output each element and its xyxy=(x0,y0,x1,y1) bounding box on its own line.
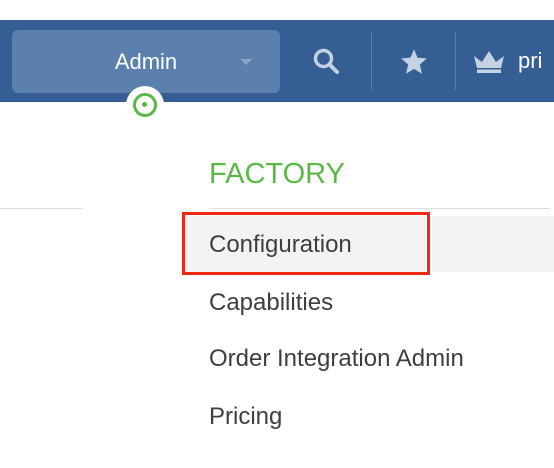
menu-heading-divider xyxy=(209,208,550,209)
navbar-divider xyxy=(455,32,456,90)
indicator-dot xyxy=(142,102,147,107)
left-divider xyxy=(0,208,82,209)
menu-heading-factory: FACTORY xyxy=(209,158,345,190)
indicator-ring xyxy=(133,93,157,117)
star-icon xyxy=(401,48,427,74)
top-navbar: Admin pri xyxy=(0,20,554,102)
search-icon xyxy=(313,48,339,74)
menu-item-capabilities[interactable]: Capabilities xyxy=(209,289,333,317)
top-strip xyxy=(0,0,554,20)
admin-dropdown[interactable]: Admin xyxy=(12,30,280,93)
user-menu-button[interactable]: pri xyxy=(468,20,554,102)
user-name-label: pri xyxy=(518,48,543,73)
status-indicator-icon xyxy=(126,86,164,124)
search-button[interactable] xyxy=(296,20,356,102)
menu-item-order-integration-admin[interactable]: Order Integration Admin xyxy=(209,345,464,373)
chevron-down-icon xyxy=(240,59,252,65)
navbar-divider xyxy=(371,32,372,90)
crown-icon xyxy=(474,51,504,73)
highlight-box xyxy=(182,212,430,275)
menu-item-pricing[interactable]: Pricing xyxy=(209,403,282,431)
favorites-button[interactable] xyxy=(384,20,444,102)
